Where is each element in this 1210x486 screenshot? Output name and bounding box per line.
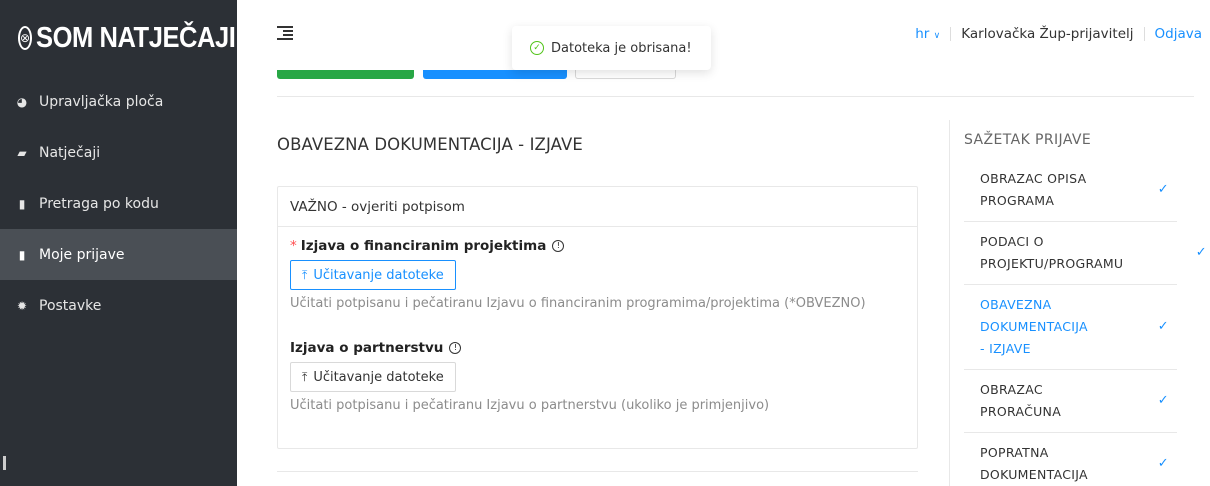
sidebar-item-upravljacka-ploca[interactable]: ◕ Upravljačka ploča — [0, 76, 237, 127]
divider — [1143, 27, 1145, 41]
toast-message: Datoteka je obrisana! — [551, 40, 692, 56]
check-icon: ✓ — [1157, 456, 1169, 471]
green-action-button[interactable] — [277, 70, 414, 79]
toast-notification: ✓ Datoteka je obrisana! — [512, 26, 711, 70]
logout-link[interactable]: Odjava — [1155, 26, 1202, 42]
check-icon: ✓ — [1157, 182, 1169, 197]
sidebar-item-label: Pretraga po kodu — [39, 195, 159, 212]
documents-card: VAŽNO - ovjeriti potpisom * Izjava o fin… — [277, 186, 918, 449]
menu-fold-icon[interactable] — [277, 26, 293, 40]
required-marker: * — [290, 238, 297, 254]
blue-action-button[interactable] — [423, 70, 567, 79]
scroll-edge-mark — [3, 456, 6, 470]
sidebar-item-pretraga-po-kodu[interactable]: ▮ Pretraga po kodu — [0, 178, 237, 229]
brand-name: SOM NATJEČAJI — [36, 21, 236, 54]
summary-item[interactable]: OBRAZAC OPISA PROGRAMA ✓ — [964, 159, 1177, 222]
logo-icon: ⊗ — [18, 26, 33, 50]
section-title: OBAVEZNA DOKUMENTACIJA - IZJAVE — [277, 135, 583, 154]
info-icon[interactable]: ! — [552, 240, 565, 252]
field-hint: Učitati potpisanu i pečatiranu Izjavu o … — [290, 398, 770, 413]
sidebar-item-label: Upravljačka ploča — [39, 93, 164, 110]
sidebar: ⊗ SOM NATJEČAJI ◕ Upravljačka ploča ▰ Na… — [0, 0, 237, 486]
sidebar-nav: ◕ Upravljačka ploča ▰ Natječaji ▮ Pretra… — [0, 76, 237, 331]
divider — [277, 471, 918, 472]
field-label: Izjava o partnerstvu ! — [290, 340, 769, 356]
default-action-button[interactable] — [575, 70, 676, 79]
check-icon: ✓ — [1157, 319, 1169, 334]
upload-icon: ⤒ — [302, 369, 308, 384]
brand-logo[interactable]: ⊗ SOM NATJEČAJI — [0, 0, 237, 76]
field-izjava-partnerstvo: Izjava o partnerstvu ! ⤒ Učitavanje dato… — [290, 340, 769, 413]
user-name: Karlovačka Žup-prijavitelj — [961, 26, 1134, 42]
file-text-icon: ▮ — [18, 247, 26, 262]
folder-icon: ▰ — [17, 145, 27, 160]
field-label: * Izjava o financiranim projektima ! — [290, 238, 866, 254]
language-select[interactable]: hr ∨ — [915, 26, 940, 42]
sidebar-item-postavke[interactable]: ✹ Postavke — [0, 280, 237, 331]
summary-title: SAŽETAK PRIJAVE — [964, 132, 1092, 148]
upload-button[interactable]: ⤒ Učitavanje datoteke — [290, 260, 456, 290]
summary-item[interactable]: POPRATNA DOKUMENTACIJA ✓ — [964, 433, 1177, 486]
vertical-divider — [949, 120, 950, 486]
sidebar-item-label: Natječaji — [39, 144, 101, 161]
summary-item-active[interactable]: OBAVEZNA DOKUMENTACIJA - IZJAVE ✓ — [964, 285, 1177, 370]
sidebar-item-natjecaji[interactable]: ▰ Natječaji — [0, 127, 237, 178]
header-user-area: hr ∨ Karlovačka Žup-prijavitelj Odjava — [915, 26, 1202, 42]
upload-button[interactable]: ⤒ Učitavanje datoteke — [290, 362, 456, 392]
check-icon: ✓ — [1195, 245, 1207, 260]
check-circle-icon: ✓ — [530, 41, 544, 55]
info-icon[interactable]: ! — [449, 342, 462, 354]
sidebar-item-label: Postavke — [39, 297, 102, 314]
gear-icon: ✹ — [16, 298, 28, 313]
summary-list: OBRAZAC OPISA PROGRAMA ✓ PODACI O PROJEK… — [964, 159, 1210, 486]
summary-item[interactable]: PODACI O PROJEKTU/PROGRAMU ✓ — [964, 222, 1207, 285]
card-heading: VAŽNO - ovjeriti potpisom — [278, 187, 917, 227]
sidebar-item-label: Moje prijave — [39, 246, 125, 263]
chevron-down-icon: ∨ — [933, 31, 941, 41]
upload-icon: ⤒ — [302, 267, 308, 282]
field-hint: Učitati potpisanu i pečatiranu Izjavu o … — [290, 296, 866, 311]
sidebar-item-moje-prijave[interactable]: ▮ Moje prijave — [0, 229, 237, 280]
divider — [277, 96, 1194, 97]
top-header: hr ∨ Karlovačka Žup-prijavitelj Odjava — [237, 0, 1210, 70]
pie-chart-icon: ◕ — [16, 94, 28, 109]
divider — [950, 27, 952, 41]
summary-item[interactable]: OBRAZAC PRORAČUNA ✓ — [964, 370, 1177, 433]
field-izjava-financirani: * Izjava o financiranim projektima ! ⤒ U… — [290, 238, 866, 311]
file-icon: ▮ — [18, 196, 26, 211]
check-icon: ✓ — [1157, 393, 1169, 408]
